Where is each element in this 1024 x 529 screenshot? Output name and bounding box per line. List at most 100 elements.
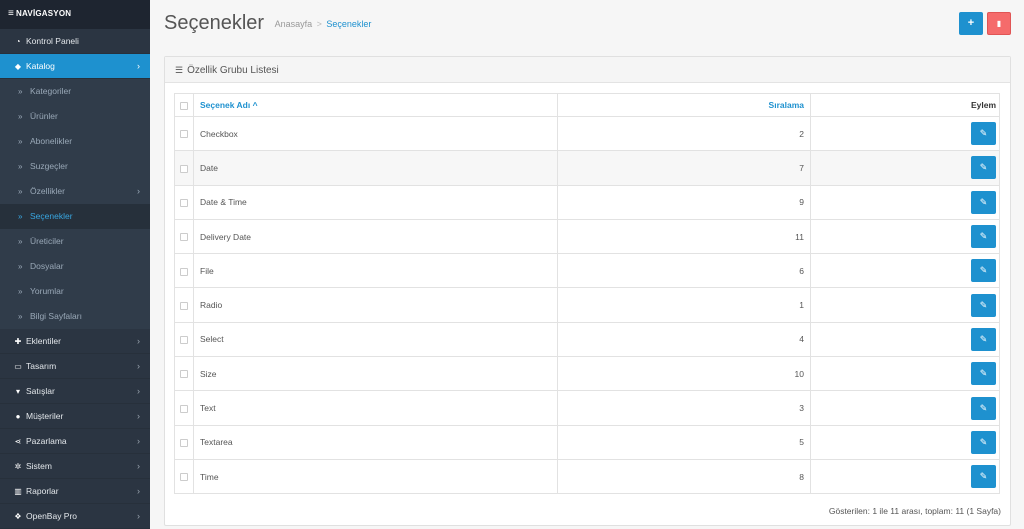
chevron-right-icon: ›: [137, 361, 140, 371]
edit-button[interactable]: ✎: [971, 293, 996, 317]
main-content: Seçenekler Anasayfa > Seçenekler + ▮ ☰ Öz…: [150, 0, 1024, 529]
column-header-option-name[interactable]: Seçenek Adı ^: [193, 93, 558, 117]
table-row: Radio 1 ✎: [174, 287, 1000, 323]
pencil-icon: ✎: [979, 196, 988, 207]
row-checkbox-cell: [174, 390, 194, 426]
sidebar-subitem-attributes[interactable]: » Özellikler ›: [0, 179, 150, 204]
edit-button[interactable]: ✎: [971, 327, 996, 351]
option-name: Text: [193, 390, 558, 426]
user-icon: ●: [15, 412, 21, 421]
delete-button[interactable]: ▮: [987, 12, 1011, 35]
sidebar-item-system[interactable]: ✲ Sistem ›: [0, 454, 150, 479]
row-checkbox[interactable]: [180, 473, 188, 482]
double-chevron-icon: »: [18, 287, 23, 296]
sidebar-item-catalog[interactable]: ◆ Katalog ›: [0, 54, 150, 79]
sidebar-item-extensions[interactable]: ✚ Eklentiler ›: [0, 329, 150, 354]
column-header-sort-order[interactable]: Sıralama: [557, 93, 811, 117]
edit-button[interactable]: ✎: [971, 465, 996, 489]
edit-button[interactable]: ✎: [971, 122, 996, 146]
option-name: Select: [193, 321, 558, 358]
pencil-icon: ✎: [979, 162, 988, 173]
option-name: Radio: [193, 287, 558, 323]
double-chevron-icon: »: [18, 312, 23, 321]
option-name: Checkbox: [193, 115, 558, 152]
chevron-right-icon: ›: [137, 336, 140, 346]
sort-order: 9: [557, 184, 811, 220]
row-checkbox[interactable]: [180, 198, 188, 207]
sort-order: 8: [557, 458, 811, 495]
cubes-icon: ❖: [14, 512, 22, 521]
sidebar-item-sales[interactable]: ▾ Satışlar ›: [0, 379, 150, 404]
row-checkbox[interactable]: [180, 336, 188, 345]
sidebar-item-openbay[interactable]: ❖ OpenBay Pro ›: [0, 504, 150, 529]
edit-button[interactable]: ✎: [971, 430, 996, 454]
sidebar-subitem-categories[interactable]: » Kategoriler: [0, 79, 150, 104]
chevron-right-icon: ›: [137, 411, 140, 421]
sort-order: 1: [557, 287, 811, 323]
edit-button[interactable]: ✎: [971, 396, 996, 420]
chevron-right-icon: ›: [137, 511, 140, 521]
page-title: Seçenekler: [164, 12, 265, 34]
chevron-right-icon: ›: [137, 486, 140, 496]
breadcrumb-separator: >: [316, 18, 322, 29]
row-checkbox[interactable]: [180, 267, 188, 276]
sidebar-item-dashboard[interactable]: ◔ Kontrol Paneli: [0, 29, 150, 54]
double-chevron-icon: »: [18, 262, 23, 271]
row-checkbox[interactable]: [180, 233, 188, 242]
double-chevron-icon: »: [18, 212, 23, 221]
pencil-icon: ✎: [979, 368, 988, 379]
select-all-checkbox[interactable]: [180, 101, 188, 110]
cart-icon: ▾: [15, 387, 20, 396]
sidebar-subitem-information[interactable]: » Bilgi Sayfaları: [0, 304, 150, 329]
sidebar-subitem-subscriptions[interactable]: » Abonelikler: [0, 129, 150, 154]
row-checkbox[interactable]: [180, 404, 188, 413]
action-cell: ✎: [810, 390, 1000, 426]
edit-button[interactable]: ✎: [971, 190, 996, 214]
sidebar-item-marketing[interactable]: ⋖ Pazarlama ›: [0, 429, 150, 454]
sidebar-item-customers[interactable]: ● Müşteriler ›: [0, 404, 150, 429]
breadcrumb-current-link[interactable]: Seçenekler: [326, 19, 371, 29]
sort-order: 11: [557, 218, 811, 255]
double-chevron-icon: »: [18, 162, 23, 171]
action-cell: ✎: [810, 184, 1000, 220]
panel-heading: ☰ Özellik Grubu Listesi: [165, 57, 1010, 83]
sidebar-subitem-manufacturers[interactable]: » Üreticiler: [0, 229, 150, 254]
sort-order: 2: [557, 115, 811, 152]
table-row: Date 7 ✎: [174, 150, 1000, 186]
edit-button[interactable]: ✎: [971, 362, 996, 386]
row-checkbox-cell: [174, 218, 194, 255]
pencil-icon: ✎: [979, 231, 988, 242]
row-checkbox[interactable]: [180, 130, 188, 139]
row-checkbox[interactable]: [180, 439, 188, 448]
action-cell: ✎: [810, 424, 1000, 460]
sidebar-item-design[interactable]: ▭ Tasarım ›: [0, 354, 150, 379]
menu-bars-icon[interactable]: ≡: [8, 8, 14, 19]
row-checkbox[interactable]: [180, 164, 188, 173]
table-row: Select 4 ✎: [174, 321, 1000, 358]
sidebar-item-reports[interactable]: ▥ Raporlar ›: [0, 479, 150, 504]
edit-button[interactable]: ✎: [971, 259, 996, 283]
edit-button[interactable]: ✎: [971, 156, 996, 180]
row-checkbox-cell: [174, 424, 194, 460]
add-new-button[interactable]: +: [959, 12, 983, 35]
sidebar-subitem-products[interactable]: » Ürünler: [0, 104, 150, 129]
pencil-icon: ✎: [979, 299, 988, 310]
sidebar-subitem-downloads[interactable]: » Dosyalar: [0, 254, 150, 279]
pencil-icon: ✎: [979, 471, 988, 482]
sidebar-subitem-options[interactable]: » Seçenekler: [0, 204, 150, 229]
pencil-icon: ✎: [979, 402, 988, 413]
sidebar-subitem-filters[interactable]: » Suzgeçler: [0, 154, 150, 179]
option-name: Date & Time: [193, 184, 558, 220]
edit-button[interactable]: ✎: [971, 225, 996, 249]
table-row: Textarea 5 ✎: [174, 424, 1000, 460]
sidebar-subitem-reviews[interactable]: » Yorumlar: [0, 279, 150, 304]
breadcrumb-home-link[interactable]: Anasayfa: [275, 19, 313, 29]
option-name: Delivery Date: [193, 218, 558, 255]
row-checkbox-cell: [174, 115, 194, 152]
row-checkbox[interactable]: [180, 370, 188, 379]
action-cell: ✎: [810, 218, 1000, 255]
option-list-panel: ☰ Özellik Grubu Listesi Seçenek Adı ^ Sır…: [164, 56, 1011, 526]
sort-order: 10: [557, 356, 811, 392]
action-cell: ✎: [810, 287, 1000, 323]
row-checkbox[interactable]: [180, 301, 188, 310]
